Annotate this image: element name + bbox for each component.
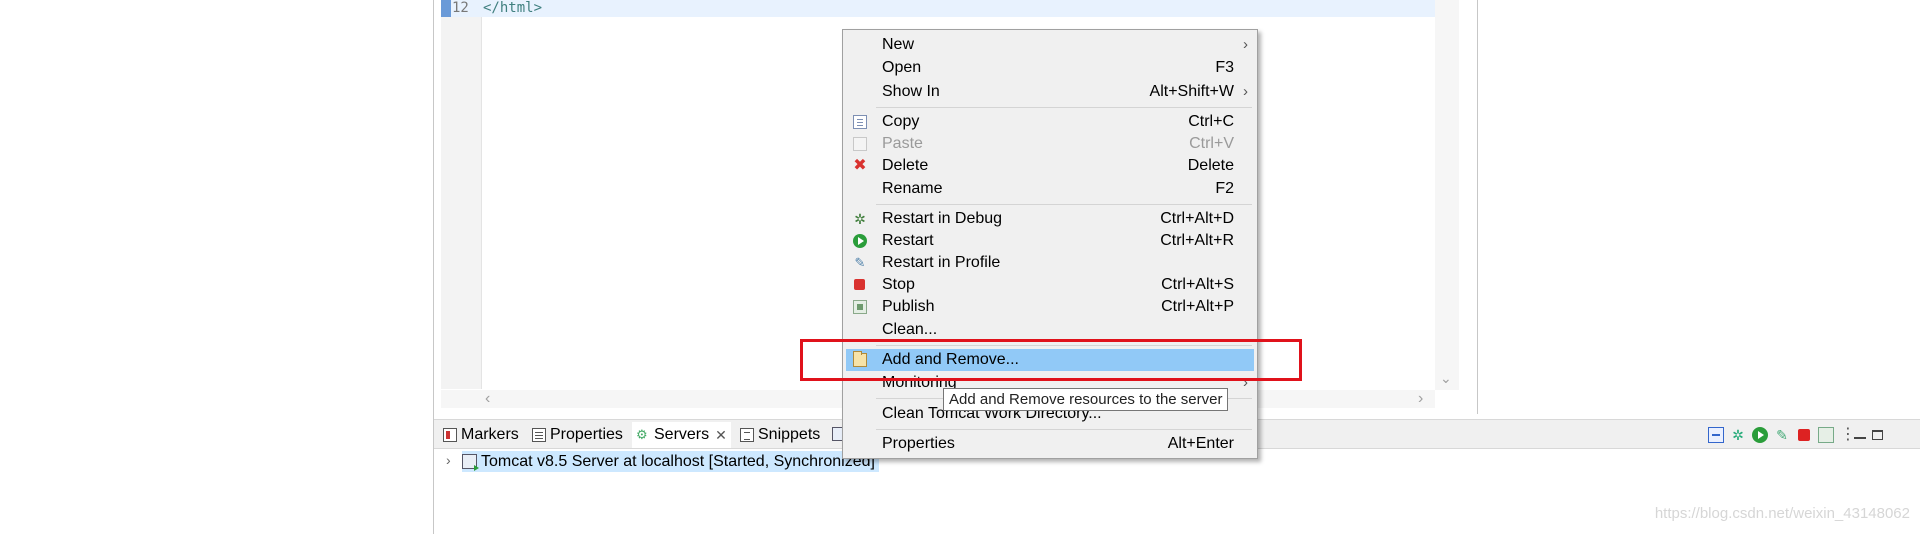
profile-icon: ✎ <box>854 255 866 270</box>
paste-icon <box>853 137 867 151</box>
menu-item-rename[interactable]: Rename F2 <box>846 178 1254 200</box>
publish-icon <box>853 300 867 314</box>
menu-item-show-in[interactable]: Show In Alt+Shift+W › <box>846 81 1254 103</box>
tab-properties[interactable]: Properties <box>532 422 623 448</box>
menu-separator <box>876 345 1252 346</box>
menu-item-label: Clean... <box>882 321 938 338</box>
servers-icon: ⚙ <box>636 427 648 442</box>
start-icon[interactable] <box>1752 427 1768 443</box>
menu-separator <box>876 429 1252 430</box>
menu-item-stop[interactable]: Stop Ctrl+Alt+S <box>846 274 1254 296</box>
debug-icon[interactable]: ✲ <box>1730 427 1746 443</box>
menu-item-restart-in-debug[interactable]: ✲ Restart in Debug Ctrl+Alt+D <box>846 208 1254 230</box>
menu-item-publish[interactable]: Publish Ctrl+Alt+P <box>846 296 1254 318</box>
snippets-icon <box>740 428 754 442</box>
tab-markers[interactable]: Markers <box>443 422 519 448</box>
expand-icon[interactable]: › <box>446 452 451 468</box>
vertical-scrollbar[interactable] <box>1435 0 1459 390</box>
current-line-highlight <box>441 0 1435 17</box>
menu-item-shortcut: Ctrl+Alt+P <box>1161 298 1234 315</box>
add-remove-icon <box>853 351 867 367</box>
ruler-divider <box>481 17 482 389</box>
menu-separator <box>876 204 1252 205</box>
menu-item-paste[interactable]: Paste Ctrl+V <box>846 133 1254 155</box>
tab-label: Markers <box>461 426 519 443</box>
menu-item-clean[interactable]: Clean... <box>846 319 1254 341</box>
scroll-left-icon[interactable]: ‹ <box>485 390 490 408</box>
menu-item-shortcut: F2 <box>1215 180 1234 197</box>
markers-icon <box>443 428 457 442</box>
menu-item-label: Publish <box>882 298 935 315</box>
menu-item-shortcut: Alt+Shift+W <box>1149 83 1234 100</box>
menu-item-add-and-remove[interactable]: Add and Remove... <box>846 349 1254 371</box>
delete-icon: ✖ <box>853 157 867 174</box>
menu-item-copy[interactable]: Copy Ctrl+C <box>846 111 1254 133</box>
menu-item-shortcut: Alt+Enter <box>1167 435 1234 452</box>
menu-item-shortcut: Ctrl+Alt+S <box>1161 276 1234 293</box>
menu-item-delete[interactable]: ✖ Delete Delete <box>846 155 1254 177</box>
menu-item-shortcut: Ctrl+Alt+D <box>1160 210 1234 227</box>
server-entry[interactable]: Tomcat v8.5 Server at localhost [Started… <box>462 451 879 472</box>
menu-item-label: New <box>882 36 915 53</box>
menu-item-restart-in-profile[interactable]: ✎ Restart in Profile <box>846 252 1254 274</box>
scroll-down-icon[interactable]: ⌄ <box>1440 370 1452 387</box>
stop-icon <box>854 279 865 290</box>
maximize-icon[interactable] <box>1872 430 1883 440</box>
submenu-arrow-icon: › <box>1243 83 1248 100</box>
menu-item-new[interactable]: New › <box>846 34 1254 56</box>
tab-snippets[interactable]: Snippets <box>740 422 820 448</box>
tab-label: Snippets <box>758 426 821 443</box>
debug-icon: ✲ <box>854 211 866 227</box>
server-label: Tomcat v8.5 Server at localhost [Started… <box>481 453 875 470</box>
tab-servers[interactable]: ⚙ Servers ✕ <box>632 422 731 448</box>
menu-item-shortcut: Ctrl+C <box>1188 113 1234 130</box>
publish-icon[interactable] <box>1818 427 1834 443</box>
collapse-all-icon[interactable] <box>1708 427 1724 443</box>
menu-item-restart[interactable]: Restart Ctrl+Alt+R <box>846 230 1254 252</box>
menu-item-label: Stop <box>882 276 915 293</box>
submenu-arrow-icon: › <box>1243 374 1248 391</box>
menu-item-label: Copy <box>882 113 920 130</box>
line-number-ruler <box>441 17 481 389</box>
menu-item-label: Open <box>882 59 922 76</box>
menu-item-label: Show In <box>882 83 940 100</box>
view-menu-icon[interactable]: ⋮ <box>1840 427 1856 443</box>
restart-icon <box>853 234 867 248</box>
menu-item-shortcut: Ctrl+Alt+R <box>1160 232 1234 249</box>
right-panel <box>1478 0 1920 414</box>
menu-item-properties[interactable]: Properties Alt+Enter <box>846 433 1254 455</box>
line-marker <box>441 0 451 17</box>
profile-icon[interactable]: ✎ <box>1774 427 1790 443</box>
line-number: 12 <box>452 0 469 16</box>
tab-label: Properties <box>550 426 623 443</box>
stop-icon[interactable] <box>1798 429 1810 441</box>
server-icon <box>462 454 479 471</box>
menu-separator <box>876 107 1252 108</box>
properties-icon <box>532 428 546 442</box>
menu-item-shortcut: Ctrl+V <box>1189 135 1234 152</box>
tooltip: Add and Remove resources to the server <box>943 388 1229 411</box>
menu-item-label: Restart <box>882 232 934 249</box>
eclipse-workbench: 12 </html> ⌄ ‹ › Markers Properties ⚙ Se… <box>0 0 1920 534</box>
submenu-arrow-icon: › <box>1243 36 1248 53</box>
close-icon[interactable]: ✕ <box>715 422 727 448</box>
menu-item-label: Properties <box>882 435 955 452</box>
menu-item-label: Delete <box>882 157 929 174</box>
menu-item-label: Add and Remove... <box>882 351 1019 368</box>
menu-item-label: Rename <box>882 180 943 197</box>
tab-label: Servers <box>654 426 710 443</box>
code-line[interactable]: </html> <box>483 0 542 17</box>
view-toolbar: ✲ ✎ ⋮ <box>1708 423 1883 447</box>
minimize-icon[interactable] <box>1854 437 1866 439</box>
copy-icon <box>853 115 867 129</box>
menu-item-open[interactable]: Open F3 <box>846 57 1254 79</box>
menu-item-label: Paste <box>882 135 923 152</box>
scroll-right-icon[interactable]: › <box>1418 390 1423 408</box>
menu-item-shortcut: Delete <box>1187 157 1234 174</box>
menu-item-shortcut: F3 <box>1215 59 1234 76</box>
menu-item-label: Restart in Profile <box>882 254 1001 271</box>
menu-item-label: Restart in Debug <box>882 210 1003 227</box>
watermark: https://blog.csdn.net/weixin_43148062 <box>1654 505 1910 522</box>
